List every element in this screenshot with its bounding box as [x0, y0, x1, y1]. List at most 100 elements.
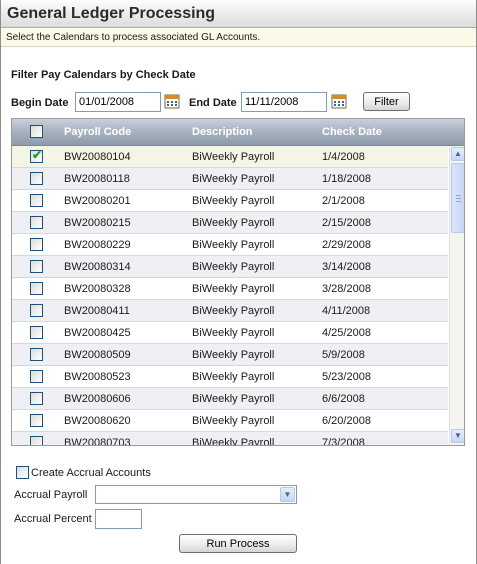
payroll-code-cell: BW20080104	[64, 151, 131, 163]
calendar-icon[interactable]	[164, 93, 180, 109]
table-row[interactable]: BW20080425 BiWeekly Payroll 4/25/2008	[12, 322, 448, 344]
end-date-label: End Date	[189, 97, 237, 109]
accrual-payroll-select[interactable]: ▼	[95, 485, 297, 504]
table-row[interactable]: BW20080620 BiWeekly Payroll 6/20/2008	[12, 410, 448, 432]
row-checkbox[interactable]	[30, 414, 43, 427]
row-checkbox[interactable]	[30, 194, 43, 207]
table-row[interactable]: BW20080509 BiWeekly Payroll 5/9/2008	[12, 344, 448, 366]
row-checkbox[interactable]	[30, 370, 43, 383]
description-cell: BiWeekly Payroll	[192, 393, 275, 405]
column-header-payroll-code[interactable]: Payroll Code	[64, 126, 131, 138]
table-row[interactable]: BW20080328 BiWeekly Payroll 3/28/2008	[12, 278, 448, 300]
description-cell: BiWeekly Payroll	[192, 283, 275, 295]
info-text: Select the Calendars to process associat…	[6, 32, 261, 43]
row-checkbox[interactable]	[30, 304, 43, 317]
table-row[interactable]: BW20080201 BiWeekly Payroll 2/1/2008	[12, 190, 448, 212]
description-cell: BiWeekly Payroll	[192, 217, 275, 229]
check-date-cell: 5/23/2008	[322, 371, 371, 383]
info-bar: Select the Calendars to process associat…	[1, 29, 476, 47]
title-bar: General Ledger Processing	[1, 0, 476, 28]
table-row[interactable]: BW20080118 BiWeekly Payroll 1/18/2008	[12, 168, 448, 190]
table-row[interactable]: BW20080229 BiWeekly Payroll 2/29/2008	[12, 234, 448, 256]
description-cell: BiWeekly Payroll	[192, 261, 275, 273]
row-checkbox[interactable]	[30, 348, 43, 361]
row-checkbox[interactable]	[30, 172, 43, 185]
check-date-cell: 3/28/2008	[322, 283, 371, 295]
payroll-code-cell: BW20080328	[64, 283, 131, 295]
description-cell: BiWeekly Payroll	[192, 437, 275, 445]
table-row[interactable]: BW20080523 BiWeekly Payroll 5/23/2008	[12, 366, 448, 388]
table-row[interactable]: BW20080314 BiWeekly Payroll 3/14/2008	[12, 256, 448, 278]
check-date-cell: 4/11/2008	[322, 305, 371, 317]
payroll-code-cell: BW20080703	[64, 437, 131, 445]
payroll-code-cell: BW20080314	[64, 261, 131, 273]
run-process-button[interactable]: Run Process	[179, 534, 297, 553]
payroll-calendar-grid: Payroll Code Description Check Date ✔ BW2…	[11, 118, 465, 446]
row-checkbox[interactable]	[30, 238, 43, 251]
begin-date-label: Begin Date	[11, 97, 69, 109]
calendar-icon[interactable]	[331, 93, 347, 109]
check-date-cell: 7/3/2008	[322, 437, 365, 445]
row-checkbox[interactable]	[30, 436, 43, 445]
scroll-down-arrow-icon[interactable]: ▼	[451, 429, 464, 443]
payroll-code-cell: BW20080201	[64, 195, 131, 207]
grid-body: ✔ BW20080104 BiWeekly Payroll 1/4/2008 BW200…	[12, 146, 448, 445]
end-date-input[interactable]	[241, 92, 327, 112]
accrual-payroll-label: Accrual Payroll	[14, 489, 88, 501]
payroll-code-cell: BW20080606	[64, 393, 131, 405]
begin-date-input[interactable]	[75, 92, 161, 112]
column-header-check-date[interactable]: Check Date	[322, 126, 382, 138]
scroll-up-arrow-icon[interactable]: ▲	[451, 147, 464, 161]
check-date-cell: 6/20/2008	[322, 415, 371, 427]
table-row[interactable]: BW20080703 BiWeekly Payroll 7/3/2008	[12, 432, 448, 445]
description-cell: BiWeekly Payroll	[192, 239, 275, 251]
payroll-code-cell: BW20080509	[64, 349, 131, 361]
row-checkbox[interactable]	[30, 392, 43, 405]
payroll-code-cell: BW20080425	[64, 327, 131, 339]
select-all-checkbox[interactable]	[30, 125, 43, 138]
description-cell: BiWeekly Payroll	[192, 371, 275, 383]
create-accrual-label: Create Accrual Accounts	[31, 467, 151, 479]
accrual-percent-label: Accrual Percent	[14, 513, 92, 525]
accrual-percent-input[interactable]	[95, 509, 142, 529]
table-row[interactable]: ✔ BW20080104 BiWeekly Payroll 1/4/2008	[12, 146, 448, 168]
row-checkbox[interactable]	[30, 260, 43, 273]
payroll-code-cell: BW20080411	[64, 305, 130, 317]
description-cell: BiWeekly Payroll	[192, 151, 275, 163]
payroll-code-cell: BW20080118	[64, 173, 130, 185]
check-date-cell: 6/6/2008	[322, 393, 365, 405]
payroll-code-cell: BW20080229	[64, 239, 131, 251]
table-row[interactable]: BW20080606 BiWeekly Payroll 6/6/2008	[12, 388, 448, 410]
description-cell: BiWeekly Payroll	[192, 305, 275, 317]
table-row[interactable]: BW20080215 BiWeekly Payroll 2/15/2008	[12, 212, 448, 234]
description-cell: BiWeekly Payroll	[192, 349, 275, 361]
chevron-down-icon[interactable]: ▼	[280, 487, 295, 502]
check-date-cell: 2/1/2008	[322, 195, 365, 207]
row-checkbox[interactable]	[30, 326, 43, 339]
payroll-code-cell: BW20080620	[64, 415, 131, 427]
scroll-thumb[interactable]	[451, 163, 464, 233]
create-accrual-checkbox[interactable]	[16, 466, 29, 479]
row-checkbox[interactable]	[30, 216, 43, 229]
payroll-code-cell: BW20080215	[64, 217, 131, 229]
filter-section-title: Filter Pay Calendars by Check Date	[11, 69, 196, 81]
check-date-cell: 2/29/2008	[322, 239, 371, 251]
table-row[interactable]: BW20080411 BiWeekly Payroll 4/11/2008	[12, 300, 448, 322]
column-header-description[interactable]: Description	[192, 126, 253, 138]
description-cell: BiWeekly Payroll	[192, 327, 275, 339]
page-title: General Ledger Processing	[7, 5, 216, 22]
check-date-cell: 4/25/2008	[322, 327, 371, 339]
filter-button[interactable]: Filter	[363, 92, 410, 111]
description-cell: BiWeekly Payroll	[192, 415, 275, 427]
check-date-cell: 3/14/2008	[322, 261, 371, 273]
row-checkbox[interactable]: ✔	[30, 148, 43, 163]
row-checkbox[interactable]	[30, 282, 43, 295]
grid-vertical-scrollbar[interactable]: ▲ ▼	[449, 146, 464, 445]
description-cell: BiWeekly Payroll	[192, 195, 275, 207]
check-date-cell: 1/4/2008	[322, 151, 365, 163]
check-date-cell: 1/18/2008	[322, 173, 371, 185]
check-date-cell: 5/9/2008	[322, 349, 365, 361]
checkmark-icon: ✔	[32, 148, 43, 162]
check-date-cell: 2/15/2008	[322, 217, 371, 229]
payroll-code-cell: BW20080523	[64, 371, 131, 383]
